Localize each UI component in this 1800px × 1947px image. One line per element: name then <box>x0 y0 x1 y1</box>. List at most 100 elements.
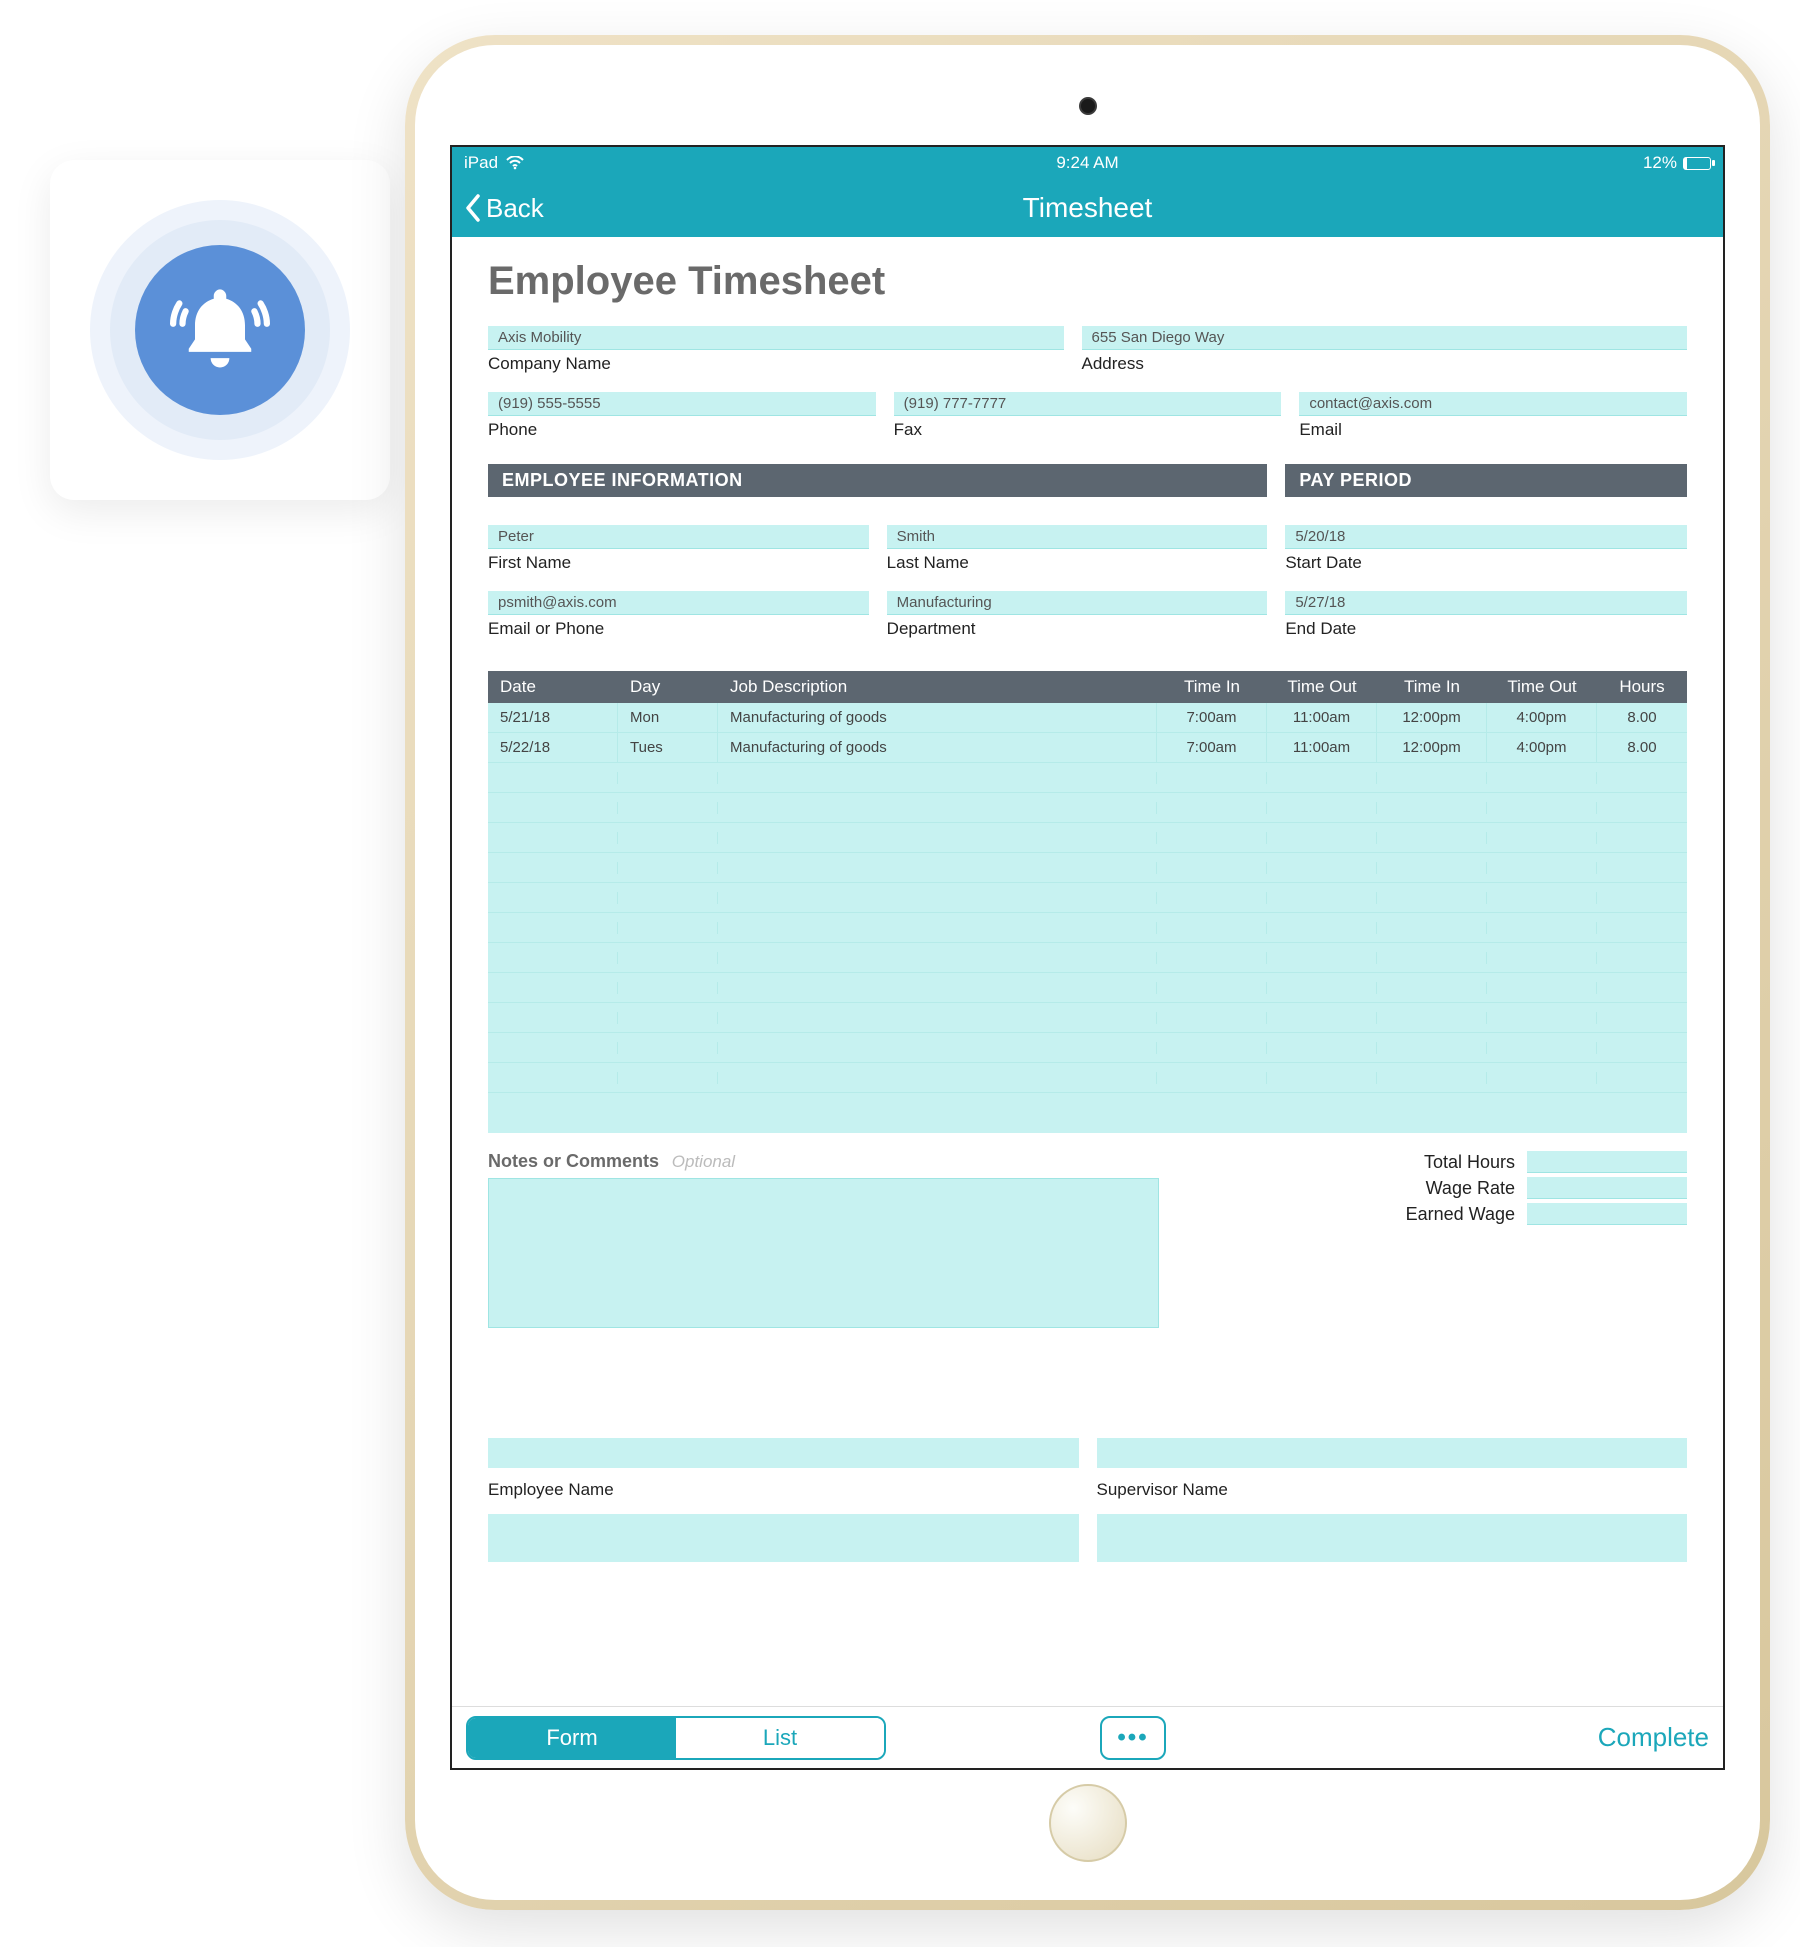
email-label: Email <box>1299 420 1687 440</box>
pay-period-header: PAY PERIOD <box>1285 464 1687 497</box>
ipad-frame: iPad 9:24 AM 12% <box>405 35 1770 1910</box>
tab-list[interactable]: List <box>676 1718 884 1758</box>
company-name-label: Company Name <box>488 354 1064 374</box>
total-hours-value[interactable] <box>1527 1151 1687 1173</box>
th-job: Job Description <box>718 671 1157 703</box>
last-name-label: Last Name <box>887 553 1268 573</box>
battery-icon <box>1683 157 1711 170</box>
emp-email-input[interactable]: psmith@axis.com <box>488 591 869 615</box>
th-time-out-2: Time Out <box>1487 671 1597 703</box>
department-input[interactable]: Manufacturing <box>887 591 1268 615</box>
cell-ti2[interactable]: 12:00pm <box>1377 703 1487 732</box>
cell-date[interactable]: 5/21/18 <box>488 703 618 732</box>
supervisor-signature-box[interactable] <box>1097 1514 1688 1562</box>
cell-ti1[interactable]: 7:00am <box>1157 703 1267 732</box>
fax-label: Fax <box>894 420 1282 440</box>
notification-icon-card <box>50 160 390 500</box>
table-row-empty[interactable] <box>488 913 1687 943</box>
phone-input[interactable]: (919) 555-5555 <box>488 392 876 416</box>
cell-hours[interactable]: 8.00 <box>1597 733 1687 762</box>
first-name-input[interactable]: Peter <box>488 525 869 549</box>
company-name-input[interactable]: Axis Mobility <box>488 326 1064 350</box>
table-row-empty[interactable] <box>488 943 1687 973</box>
view-segmented-control: Form List <box>466 1716 886 1760</box>
th-date: Date <box>488 671 618 703</box>
tab-form[interactable]: Form <box>468 1718 676 1758</box>
start-date-input[interactable]: 5/20/18 <box>1285 525 1687 549</box>
cell-to1[interactable]: 11:00am <box>1267 703 1377 732</box>
cell-job[interactable]: Manufacturing of goods <box>718 733 1157 762</box>
last-name-input[interactable]: Smith <box>887 525 1268 549</box>
employee-signature-box[interactable] <box>488 1514 1079 1562</box>
page-title: Employee Timesheet <box>488 259 1687 304</box>
earned-wage-value[interactable] <box>1527 1203 1687 1225</box>
wage-rate-label: Wage Rate <box>1183 1178 1527 1199</box>
notes-textarea[interactable] <box>488 1178 1159 1328</box>
th-hours: Hours <box>1597 671 1687 703</box>
ellipsis-icon: ••• <box>1117 1724 1148 1752</box>
device-label: iPad <box>464 153 498 173</box>
end-date-input[interactable]: 5/27/18 <box>1285 591 1687 615</box>
supervisor-name-label: Supervisor Name <box>1097 1480 1688 1500</box>
nav-title: Timesheet <box>1023 192 1153 224</box>
email-input[interactable]: contact@axis.com <box>1299 392 1687 416</box>
address-label: Address <box>1082 354 1687 374</box>
clock: 9:24 AM <box>1056 153 1118 173</box>
table-row-empty[interactable] <box>488 853 1687 883</box>
table-row-empty[interactable] <box>488 763 1687 793</box>
wifi-icon <box>506 156 524 170</box>
employee-name-label: Employee Name <box>488 1480 1079 1500</box>
emp-email-label: Email or Phone <box>488 619 869 639</box>
notes-label: Notes or Comments <box>488 1151 659 1171</box>
cell-day[interactable]: Mon <box>618 703 718 732</box>
cell-date[interactable]: 5/22/18 <box>488 733 618 762</box>
back-button[interactable]: Back <box>464 193 544 224</box>
table-header-row: Date Day Job Description Time In Time Ou… <box>488 671 1687 703</box>
more-button[interactable]: ••• <box>1100 1716 1166 1760</box>
cell-ti2[interactable]: 12:00pm <box>1377 733 1487 762</box>
bell-circle <box>135 245 305 415</box>
table-row-empty[interactable] <box>488 1033 1687 1063</box>
wage-rate-value[interactable] <box>1527 1177 1687 1199</box>
time-table: Date Day Job Description Time In Time Ou… <box>488 671 1687 1133</box>
employee-info-header: EMPLOYEE INFORMATION <box>488 464 1267 497</box>
cell-job[interactable]: Manufacturing of goods <box>718 703 1157 732</box>
ipad-home-button[interactable] <box>1049 1784 1127 1862</box>
th-time-in-1: Time In <box>1157 671 1267 703</box>
first-name-label: First Name <box>488 553 869 573</box>
table-body[interactable]: 5/21/18 Mon Manufacturing of goods 7:00a… <box>488 703 1687 1133</box>
form-body: Employee Timesheet Axis Mobility Company… <box>452 237 1723 1706</box>
table-row-empty[interactable] <box>488 973 1687 1003</box>
cell-to2[interactable]: 4:00pm <box>1487 733 1597 762</box>
earned-wage-label: Earned Wage <box>1183 1204 1527 1225</box>
start-date-label: Start Date <box>1285 553 1687 573</box>
cell-day[interactable]: Tues <box>618 733 718 762</box>
cell-ti1[interactable]: 7:00am <box>1157 733 1267 762</box>
th-time-in-2: Time In <box>1377 671 1487 703</box>
battery-percent: 12% <box>1643 153 1677 173</box>
complete-button[interactable]: Complete <box>1598 1722 1709 1753</box>
fax-input[interactable]: (919) 777-7777 <box>894 392 1282 416</box>
table-row-empty[interactable] <box>488 883 1687 913</box>
address-input[interactable]: 655 San Diego Way <box>1082 326 1687 350</box>
supervisor-name-input[interactable] <box>1097 1438 1688 1468</box>
nav-bar: Back Timesheet <box>452 179 1723 237</box>
back-label: Back <box>486 193 544 224</box>
table-row[interactable]: 5/22/18 Tues Manufacturing of goods 7:00… <box>488 733 1687 763</box>
bell-inner-ring <box>110 220 330 440</box>
table-row-empty[interactable] <box>488 1003 1687 1033</box>
bell-icon <box>170 280 270 380</box>
cell-to1[interactable]: 11:00am <box>1267 733 1377 762</box>
status-bar: iPad 9:24 AM 12% <box>452 147 1723 179</box>
employee-name-input[interactable] <box>488 1438 1079 1468</box>
total-hours-label: Total Hours <box>1183 1152 1527 1173</box>
cell-to2[interactable]: 4:00pm <box>1487 703 1597 732</box>
table-row-empty[interactable] <box>488 823 1687 853</box>
end-date-label: End Date <box>1285 619 1687 639</box>
bell-outer-ring <box>90 200 350 460</box>
cell-hours[interactable]: 8.00 <box>1597 703 1687 732</box>
table-row-empty[interactable] <box>488 793 1687 823</box>
ipad-camera <box>1079 97 1097 115</box>
table-row-empty[interactable] <box>488 1063 1687 1093</box>
table-row[interactable]: 5/21/18 Mon Manufacturing of goods 7:00a… <box>488 703 1687 733</box>
